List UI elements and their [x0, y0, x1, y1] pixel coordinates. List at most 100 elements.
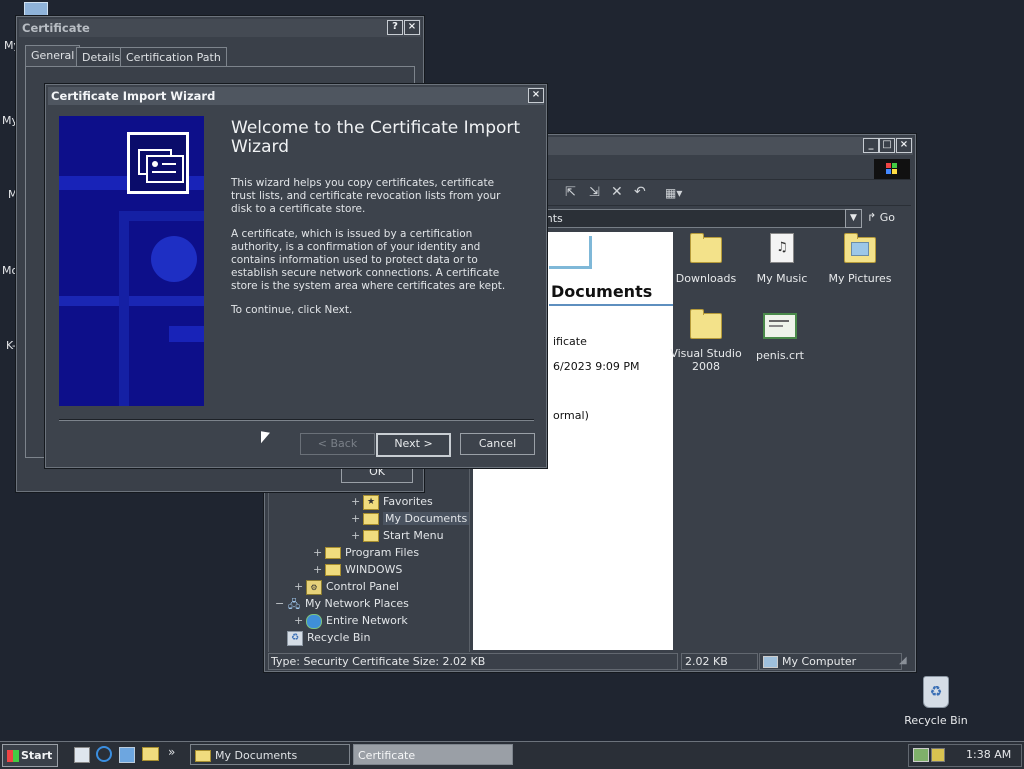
quick-launch-desktop-icon[interactable] [74, 747, 90, 763]
move-to-icon[interactable]: ⇱ [565, 185, 581, 201]
cancel-button[interactable]: Cancel [460, 433, 535, 455]
tray-security-icon[interactable] [931, 748, 945, 762]
tree-item-entire-network[interactable]: + Entire Network [294, 612, 408, 629]
file-label: penis.crt [756, 349, 804, 362]
tree-item-start-menu[interactable]: + Start Menu [351, 527, 444, 544]
wizard-heading: Welcome to the Certificate Import Wizard [231, 118, 521, 157]
file-item-penis-crt[interactable]: penis.crt [745, 313, 815, 362]
folder-icon [690, 233, 722, 263]
close-button[interactable]: × [528, 88, 544, 103]
tray-clock[interactable]: 1:38 AM [966, 748, 1011, 761]
certificate-file-icon [763, 313, 797, 339]
tree-item-control-panel[interactable]: + ⚙ Control Panel [294, 578, 399, 595]
go-arrow-icon: ↱ [867, 211, 877, 224]
wizard-titlebar[interactable]: Certificate Import Wizard [48, 87, 544, 105]
tab-general[interactable]: General [25, 45, 81, 67]
tree-item-my-documents[interactable]: + My Documents [351, 510, 470, 527]
expand-icon[interactable]: + [313, 561, 325, 578]
tree-label: Entire Network [326, 614, 408, 627]
views-icon[interactable]: ▦▾ [665, 186, 691, 200]
certificate-titlebar[interactable]: Certificate [19, 19, 421, 37]
music-folder-icon: ♫ [770, 233, 794, 263]
mouse-pointer-icon [261, 431, 270, 445]
favorites-star-icon: ★ [363, 494, 379, 510]
tree-label: My Documents [383, 512, 470, 525]
desktop: { "desktop": { "left_labels": ["My", "My… [0, 0, 1024, 769]
globe-icon [306, 613, 322, 629]
file-view [675, 232, 911, 650]
expand-icon[interactable]: + [351, 527, 363, 544]
next-label: Next > [394, 437, 433, 450]
wizard-title: Certificate Import Wizard [51, 89, 216, 103]
tab-details[interactable]: Details [76, 47, 127, 67]
copy-to-icon[interactable]: ⇲ [589, 185, 605, 201]
file-item-visual-studio[interactable]: Visual Studio 2008 [669, 309, 743, 373]
control-panel-icon: ⚙ [306, 579, 322, 595]
delete-icon[interactable]: ✕ [611, 184, 627, 200]
wizard-banner [59, 116, 204, 406]
collapse-icon[interactable]: − [275, 595, 287, 612]
expand-icon[interactable]: + [351, 493, 363, 510]
tree-label: Favorites [383, 495, 433, 508]
file-item-my-music[interactable]: ♫ My Music [747, 233, 817, 285]
folder-icon [325, 564, 341, 576]
status-text: Type: Security Certificate Size: 2.02 KB [268, 653, 678, 670]
expand-icon[interactable]: + [351, 510, 363, 527]
tree-label: Control Panel [326, 580, 399, 593]
network-places-icon: 🖧 [287, 597, 301, 611]
tree-item-favorites[interactable]: + ★ Favorites [351, 493, 433, 510]
folder-icon [690, 309, 722, 339]
status-location-label: My Computer [782, 655, 857, 668]
taskbar-certificate[interactable]: Certificate [353, 744, 513, 765]
tree-label: My Network Places [305, 597, 409, 610]
go-button[interactable]: ↱ Go [867, 209, 907, 226]
folder-icon [195, 750, 211, 762]
panel-title: Documents [551, 282, 653, 301]
status-size: 2.02 KB [681, 653, 758, 670]
pictures-folder-icon [844, 233, 876, 263]
expand-icon[interactable]: + [313, 544, 325, 561]
start-button[interactable]: Start [2, 744, 58, 767]
minimize-button[interactable]: _ [863, 138, 879, 153]
close-button[interactable]: × [404, 20, 420, 35]
expand-icon[interactable]: + [294, 578, 306, 595]
folder-icon [325, 547, 341, 559]
tab-certification-path[interactable]: Certification Path [120, 47, 227, 67]
desktop-recycle-bin[interactable]: ♻ Recycle Bin [900, 676, 972, 727]
tree-label: Start Menu [383, 529, 444, 542]
tree-item-my-network-places[interactable]: − 🖧 My Network Places [275, 595, 409, 612]
file-item-my-pictures[interactable]: My Pictures [821, 233, 899, 285]
address-input[interactable]: ents [535, 209, 852, 228]
folder-icon [363, 530, 379, 542]
my-computer-icon [763, 656, 778, 668]
details-date: 6/2023 9:09 PM [553, 360, 640, 373]
tree-item-recycle-bin[interactable]: ♻ Recycle Bin [275, 629, 370, 646]
taskbar-my-documents[interactable]: My Documents [190, 744, 350, 765]
file-label: Downloads [675, 272, 737, 285]
windows-logo-icon [874, 159, 910, 179]
expand-icon[interactable]: + [294, 612, 306, 629]
close-button[interactable]: × [896, 138, 912, 153]
maximize-button[interactable]: □ [879, 138, 895, 153]
certificate-icon [127, 132, 189, 194]
resize-grip-icon[interactable]: ◢ [899, 655, 911, 667]
tree-item-program-files[interactable]: + Program Files [313, 544, 419, 561]
recycle-bin-icon: ♻ [923, 676, 949, 708]
quick-launch-ie-icon[interactable] [96, 746, 112, 762]
tree-item-windows[interactable]: + WINDOWS [313, 561, 402, 578]
panel-header-graphic [549, 236, 592, 269]
quick-launch-outlook-icon[interactable] [119, 747, 135, 763]
desktop-label-5[interactable]: K- [6, 339, 16, 352]
next-button[interactable]: Next > [376, 433, 451, 457]
address-dropdown-icon[interactable]: ▼ [845, 209, 862, 228]
file-item-downloads[interactable]: Downloads [671, 233, 741, 285]
undo-icon[interactable]: ↶ [634, 184, 650, 200]
windows-flag-icon [7, 750, 19, 762]
tray-network-icon[interactable] [913, 748, 929, 762]
quick-launch-chevron[interactable]: » [168, 745, 175, 759]
help-button[interactable]: ? [387, 20, 403, 35]
back-button[interactable]: < Back [300, 433, 375, 455]
quick-launch-explorer-icon[interactable] [142, 747, 159, 761]
file-label: My Music [756, 272, 808, 285]
tree-label: WINDOWS [345, 563, 403, 576]
